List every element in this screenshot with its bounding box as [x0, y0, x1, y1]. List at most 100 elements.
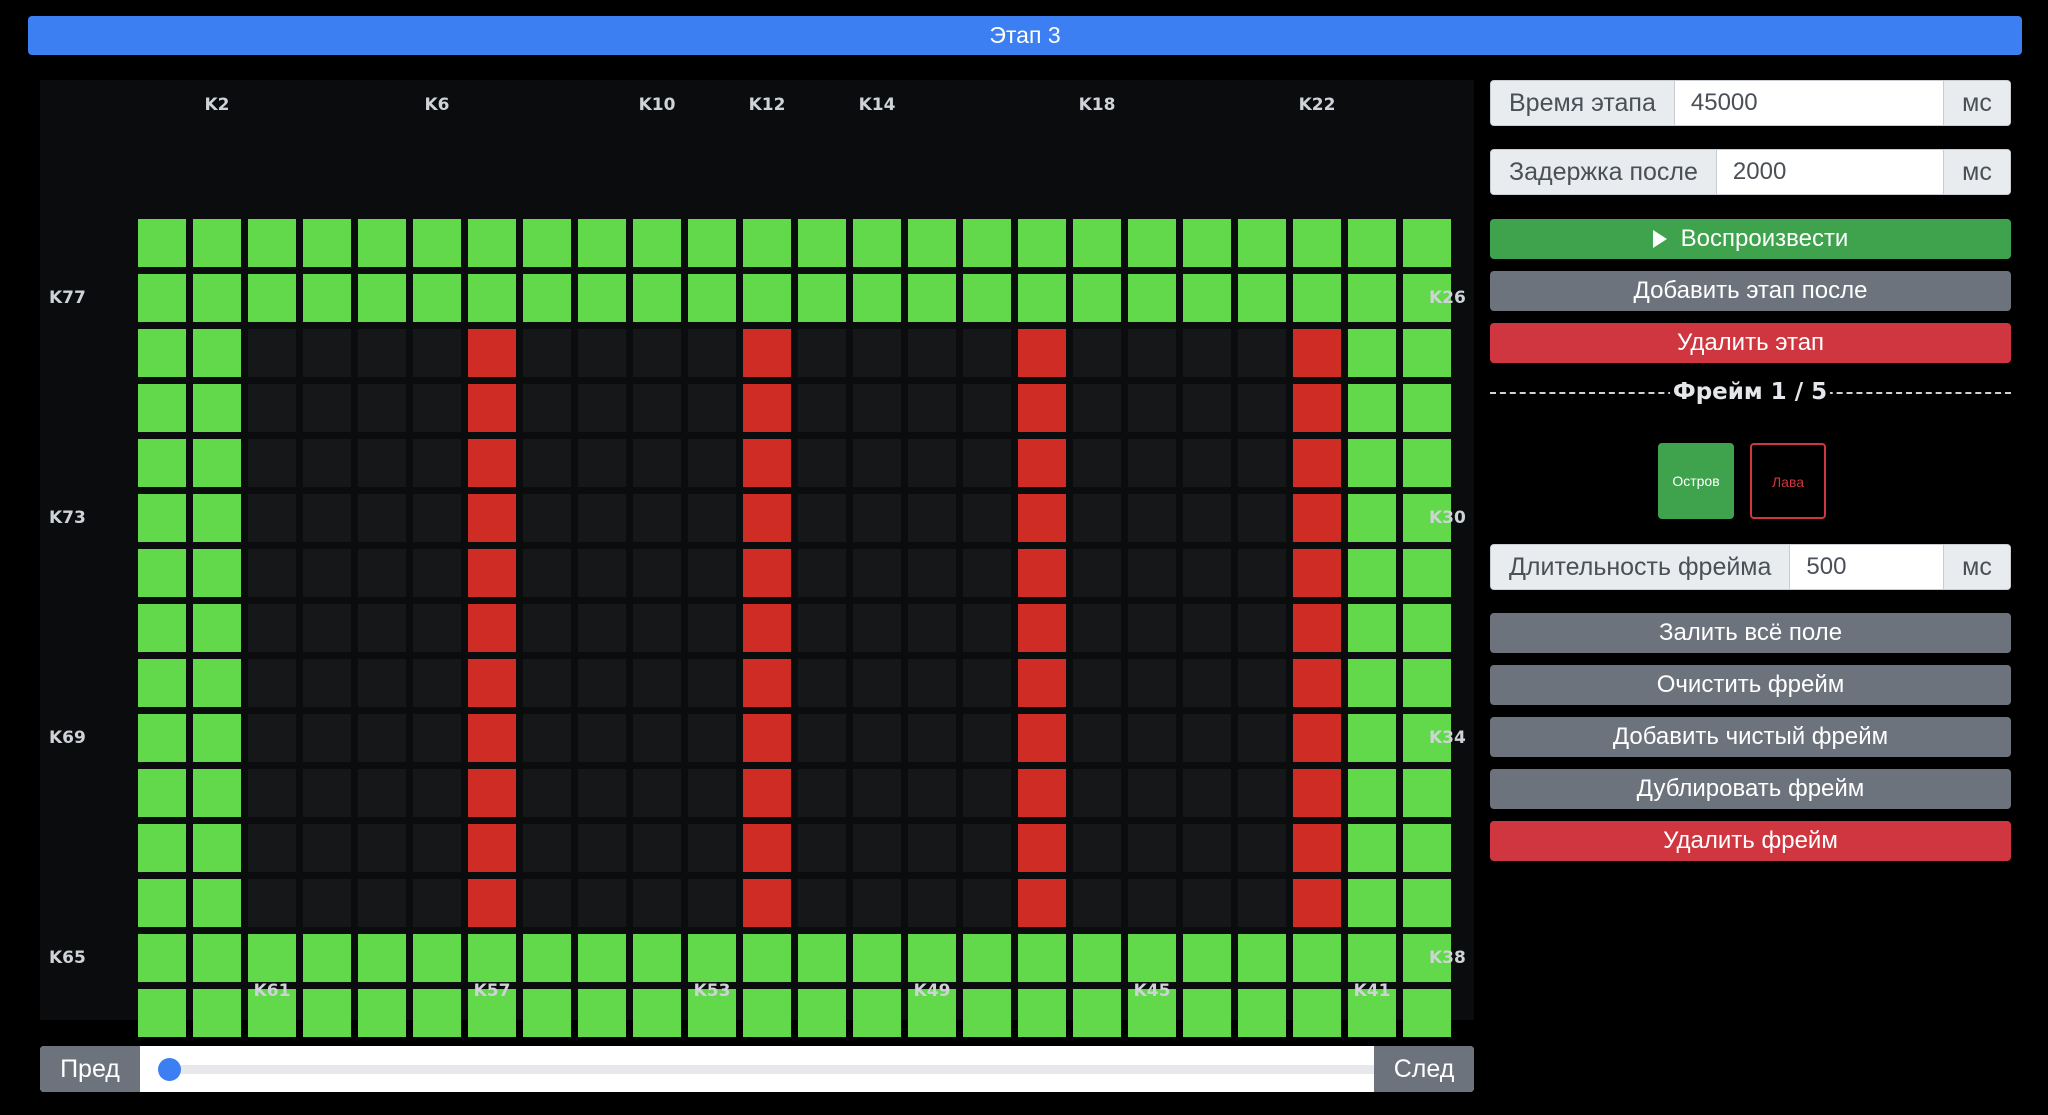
- empty-cell[interactable]: [1073, 824, 1121, 872]
- empty-cell[interactable]: [853, 549, 901, 597]
- empty-cell[interactable]: [303, 659, 351, 707]
- empty-cell[interactable]: [633, 769, 681, 817]
- island-cell[interactable]: [1348, 494, 1396, 542]
- empty-cell[interactable]: [358, 769, 406, 817]
- island-cell[interactable]: [193, 659, 241, 707]
- empty-cell[interactable]: [963, 769, 1011, 817]
- empty-cell[interactable]: [688, 879, 736, 927]
- empty-cell[interactable]: [248, 714, 296, 762]
- cell-grid[interactable]: [138, 219, 1456, 1045]
- empty-cell[interactable]: [303, 329, 351, 377]
- empty-cell[interactable]: [908, 879, 956, 927]
- lava-cell[interactable]: [1293, 494, 1341, 542]
- empty-cell[interactable]: [853, 659, 901, 707]
- empty-cell[interactable]: [798, 384, 846, 432]
- lava-cell[interactable]: [1018, 329, 1066, 377]
- lava-cell[interactable]: [1293, 769, 1341, 817]
- island-cell[interactable]: [1073, 989, 1121, 1037]
- empty-cell[interactable]: [633, 439, 681, 487]
- empty-cell[interactable]: [358, 879, 406, 927]
- lava-cell[interactable]: [1018, 769, 1066, 817]
- island-cell[interactable]: [358, 219, 406, 267]
- empty-cell[interactable]: [523, 769, 571, 817]
- empty-cell[interactable]: [248, 384, 296, 432]
- empty-cell[interactable]: [1128, 659, 1176, 707]
- empty-cell[interactable]: [633, 824, 681, 872]
- island-cell[interactable]: [578, 219, 626, 267]
- empty-cell[interactable]: [248, 824, 296, 872]
- island-cell[interactable]: [1293, 219, 1341, 267]
- empty-cell[interactable]: [303, 714, 351, 762]
- empty-cell[interactable]: [853, 494, 901, 542]
- island-cell[interactable]: [193, 934, 241, 982]
- island-cell[interactable]: [1348, 604, 1396, 652]
- empty-cell[interactable]: [908, 439, 956, 487]
- empty-cell[interactable]: [633, 329, 681, 377]
- empty-cell[interactable]: [633, 604, 681, 652]
- island-cell[interactable]: [138, 329, 186, 377]
- island-cell[interactable]: [1183, 274, 1231, 322]
- island-cell[interactable]: [1238, 989, 1286, 1037]
- empty-cell[interactable]: [798, 549, 846, 597]
- empty-cell[interactable]: [578, 659, 626, 707]
- lava-cell[interactable]: [1293, 549, 1341, 597]
- empty-cell[interactable]: [633, 659, 681, 707]
- island-cell[interactable]: [138, 934, 186, 982]
- empty-cell[interactable]: [578, 549, 626, 597]
- island-cell[interactable]: [413, 219, 461, 267]
- empty-cell[interactable]: [358, 494, 406, 542]
- island-cell[interactable]: [688, 274, 736, 322]
- empty-cell[interactable]: [853, 329, 901, 377]
- clear-frame-button[interactable]: Очистить фрейм: [1490, 665, 2011, 705]
- island-cell[interactable]: [578, 934, 626, 982]
- delay-after-input[interactable]: 2000: [1717, 150, 1943, 194]
- island-cell[interactable]: [963, 989, 1011, 1037]
- empty-cell[interactable]: [413, 714, 461, 762]
- empty-cell[interactable]: [248, 494, 296, 542]
- empty-cell[interactable]: [798, 604, 846, 652]
- lava-cell[interactable]: [1293, 824, 1341, 872]
- empty-cell[interactable]: [908, 769, 956, 817]
- island-cell[interactable]: [1018, 934, 1066, 982]
- island-cell[interactable]: [1348, 824, 1396, 872]
- empty-cell[interactable]: [358, 439, 406, 487]
- add-stage-button[interactable]: Добавить этап после: [1490, 271, 2011, 311]
- island-cell[interactable]: [248, 934, 296, 982]
- empty-cell[interactable]: [303, 549, 351, 597]
- island-cell[interactable]: [1018, 989, 1066, 1037]
- island-cell[interactable]: [138, 494, 186, 542]
- delete-frame-button[interactable]: Удалить фрейм: [1490, 821, 2011, 861]
- island-cell[interactable]: [798, 219, 846, 267]
- island-cell[interactable]: [358, 934, 406, 982]
- island-cell[interactable]: [138, 604, 186, 652]
- island-cell[interactable]: [358, 989, 406, 1037]
- island-cell[interactable]: [1183, 219, 1231, 267]
- island-cell[interactable]: [1018, 219, 1066, 267]
- island-cell[interactable]: [1018, 274, 1066, 322]
- lava-cell[interactable]: [1293, 439, 1341, 487]
- empty-cell[interactable]: [908, 549, 956, 597]
- empty-cell[interactable]: [578, 824, 626, 872]
- empty-cell[interactable]: [908, 824, 956, 872]
- island-cell[interactable]: [193, 274, 241, 322]
- island-cell[interactable]: [908, 274, 956, 322]
- island-cell[interactable]: [193, 329, 241, 377]
- island-cell[interactable]: [1403, 769, 1451, 817]
- empty-cell[interactable]: [1183, 549, 1231, 597]
- empty-cell[interactable]: [1238, 329, 1286, 377]
- empty-cell[interactable]: [1073, 384, 1121, 432]
- island-swatch[interactable]: Остров: [1658, 443, 1734, 519]
- empty-cell[interactable]: [303, 824, 351, 872]
- island-cell[interactable]: [1293, 274, 1341, 322]
- island-cell[interactable]: [1348, 219, 1396, 267]
- empty-cell[interactable]: [1073, 659, 1121, 707]
- island-cell[interactable]: [523, 219, 571, 267]
- empty-cell[interactable]: [688, 769, 736, 817]
- empty-cell[interactable]: [1238, 714, 1286, 762]
- empty-cell[interactable]: [413, 879, 461, 927]
- empty-cell[interactable]: [578, 714, 626, 762]
- lava-cell[interactable]: [468, 604, 516, 652]
- empty-cell[interactable]: [908, 384, 956, 432]
- empty-cell[interactable]: [523, 604, 571, 652]
- empty-cell[interactable]: [688, 329, 736, 377]
